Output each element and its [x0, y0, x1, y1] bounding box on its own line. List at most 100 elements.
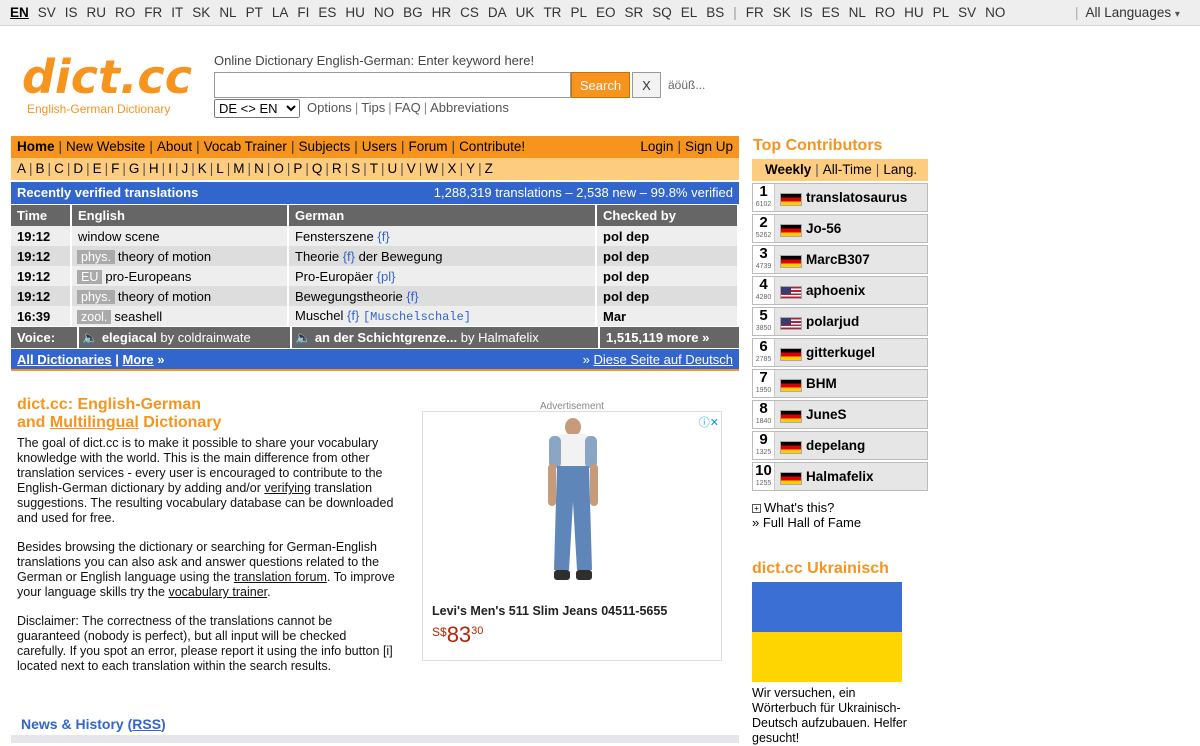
letter-b[interactable]: B — [36, 161, 45, 176]
language-bs[interactable]: BS — [706, 5, 724, 20]
contributor-name[interactable]: BHM — [806, 376, 837, 391]
rss-link[interactable]: RSS — [132, 716, 161, 732]
contributor-row[interactable]: 2 5262 Jo-56 — [752, 214, 928, 243]
special-characters-link[interactable]: äöüß... — [668, 78, 705, 92]
letter-m[interactable]: M — [233, 161, 244, 176]
german-version-link[interactable]: Diese Seite auf Deutsch — [594, 352, 733, 367]
contributor-row[interactable]: 10 1255 Halmafelix — [752, 462, 928, 491]
tab-all-time[interactable]: All-Time — [823, 162, 872, 177]
logo-text[interactable]: dict.cc — [22, 52, 192, 102]
all-languages-dropdown[interactable]: | All Languages ▾ — [1075, 5, 1180, 20]
contributor-name[interactable]: Halmafelix — [806, 469, 874, 484]
cell-german[interactable]: Fensterszene {f} — [288, 226, 597, 246]
letter-v[interactable]: V — [407, 161, 416, 176]
language-hu[interactable]: HU — [345, 5, 365, 20]
language-de-hu[interactable]: HU — [904, 5, 924, 20]
cell-checked-by[interactable]: Mar — [596, 306, 739, 326]
contributor-row[interactable]: 5 3850 polarjud — [752, 307, 928, 336]
language-en[interactable]: EN — [10, 5, 29, 20]
search-button[interactable]: Search — [571, 72, 630, 98]
language-sr[interactable]: SR — [624, 5, 643, 20]
language-de-nl[interactable]: NL — [849, 5, 866, 20]
clear-button[interactable]: X — [632, 72, 661, 98]
voice-english[interactable]: 🔈 elegiacal by coldrainwate — [77, 327, 251, 348]
language-de-es[interactable]: ES — [822, 5, 840, 20]
language-sq[interactable]: SQ — [652, 5, 672, 20]
letter-e[interactable]: E — [93, 161, 102, 176]
letter-f[interactable]: F — [111, 161, 119, 176]
letter-h[interactable]: H — [149, 161, 159, 176]
search-input[interactable] — [214, 72, 571, 98]
language-sv[interactable]: SV — [38, 5, 56, 20]
contributor-row[interactable]: 7 1950 BHM — [752, 369, 928, 398]
options-link[interactable]: Options — [307, 100, 352, 115]
cell-german[interactable]: Muschel {f} [Muschelschale] — [288, 306, 597, 326]
language-sk[interactable]: SK — [192, 5, 210, 20]
letter-q[interactable]: Q — [312, 161, 323, 176]
language-ro[interactable]: RO — [115, 5, 135, 20]
language-no[interactable]: NO — [374, 5, 394, 20]
ad-price[interactable]: S$8330 — [432, 622, 483, 648]
faq-link[interactable]: FAQ — [395, 100, 421, 115]
contributor-name[interactable]: JuneS — [806, 407, 847, 422]
voice-german-word[interactable]: an der Schichtgrenze... — [315, 330, 457, 345]
language-is[interactable]: IS — [65, 5, 78, 20]
all-languages-label[interactable]: All Languages — [1086, 5, 1172, 20]
letter-w[interactable]: W — [425, 161, 438, 176]
language-pl[interactable]: PL — [570, 5, 587, 20]
letter-x[interactable]: X — [448, 161, 457, 176]
language-pt[interactable]: PT — [246, 5, 263, 20]
language-de-sv[interactable]: SV — [958, 5, 976, 20]
cell-german[interactable]: Pro-Europäer {pl} — [288, 266, 597, 286]
letter-s[interactable]: S — [351, 161, 360, 176]
contributor-row[interactable]: 8 1840 JuneS — [752, 400, 928, 429]
language-uk[interactable]: UK — [516, 5, 535, 20]
nav-vocab-trainer[interactable]: Vocab Trainer — [204, 139, 287, 154]
more-link[interactable]: More — [123, 352, 154, 367]
direction-select[interactable]: DE <> EN — [214, 99, 300, 118]
letter-c[interactable]: C — [54, 161, 64, 176]
ukraine-flag-icon[interactable] — [752, 582, 902, 682]
translation-forum-link[interactable]: translation forum — [234, 570, 327, 584]
letter-i[interactable]: I — [168, 161, 172, 176]
tab-lang[interactable]: Lang. — [883, 162, 917, 177]
contributor-row[interactable]: 3 4739 MarcB307 — [752, 245, 928, 274]
tips-link[interactable]: Tips — [361, 100, 385, 115]
cell-checked-by[interactable]: pol dep — [596, 246, 739, 266]
contributor-row[interactable]: 1 6102 translatosaurus — [752, 183, 928, 212]
cell-english[interactable]: zool. seashell — [71, 306, 289, 326]
language-eo[interactable]: EO — [596, 5, 616, 20]
letter-g[interactable]: G — [129, 161, 140, 176]
abbreviations-link[interactable]: Abbreviations — [430, 100, 509, 115]
verifying-link[interactable]: verifying — [264, 481, 311, 495]
nav-users[interactable]: Users — [362, 139, 397, 154]
contributor-name[interactable]: polarjud — [806, 314, 859, 329]
nav-forum[interactable]: Forum — [409, 139, 448, 154]
letter-p[interactable]: P — [293, 161, 302, 176]
language-fi[interactable]: FI — [297, 5, 309, 20]
contributor-name[interactable]: depelang — [806, 438, 865, 453]
language-es[interactable]: ES — [318, 5, 336, 20]
cell-english[interactable]: phys. theory of motion — [71, 246, 289, 266]
language-it[interactable]: IT — [171, 5, 183, 20]
letter-k[interactable]: K — [198, 161, 207, 176]
voice-more-link[interactable]: 1,515,119 more » — [598, 327, 709, 348]
letter-o[interactable]: O — [273, 161, 284, 176]
ad-choices-close-icon[interactable]: ⓘ✕ — [693, 414, 719, 429]
cell-checked-by[interactable]: pol dep — [596, 286, 739, 306]
cell-english[interactable]: phys. theory of motion — [71, 286, 289, 306]
cell-german[interactable]: Bewegungstheorie {f} — [288, 286, 597, 306]
contributor-row[interactable]: 6 2785 gitterkugel — [752, 338, 928, 367]
cell-checked-by[interactable]: pol dep — [596, 266, 739, 286]
signup-link[interactable]: Sign Up — [685, 139, 733, 154]
nav-home[interactable]: Home — [17, 139, 55, 154]
language-fr[interactable]: FR — [144, 5, 162, 20]
voice-german[interactable]: 🔈 an der Schichtgrenze... by Halmafelix — [290, 327, 539, 348]
language-de-is[interactable]: IS — [800, 5, 813, 20]
nav-contribute[interactable]: Contribute! — [459, 139, 525, 154]
letter-j[interactable]: J — [181, 161, 188, 176]
contributor-row[interactable]: 9 1325 depelang — [752, 431, 928, 460]
language-bg[interactable]: BG — [403, 5, 423, 20]
cell-english[interactable]: window scene — [71, 226, 289, 246]
letter-u[interactable]: U — [387, 161, 397, 176]
